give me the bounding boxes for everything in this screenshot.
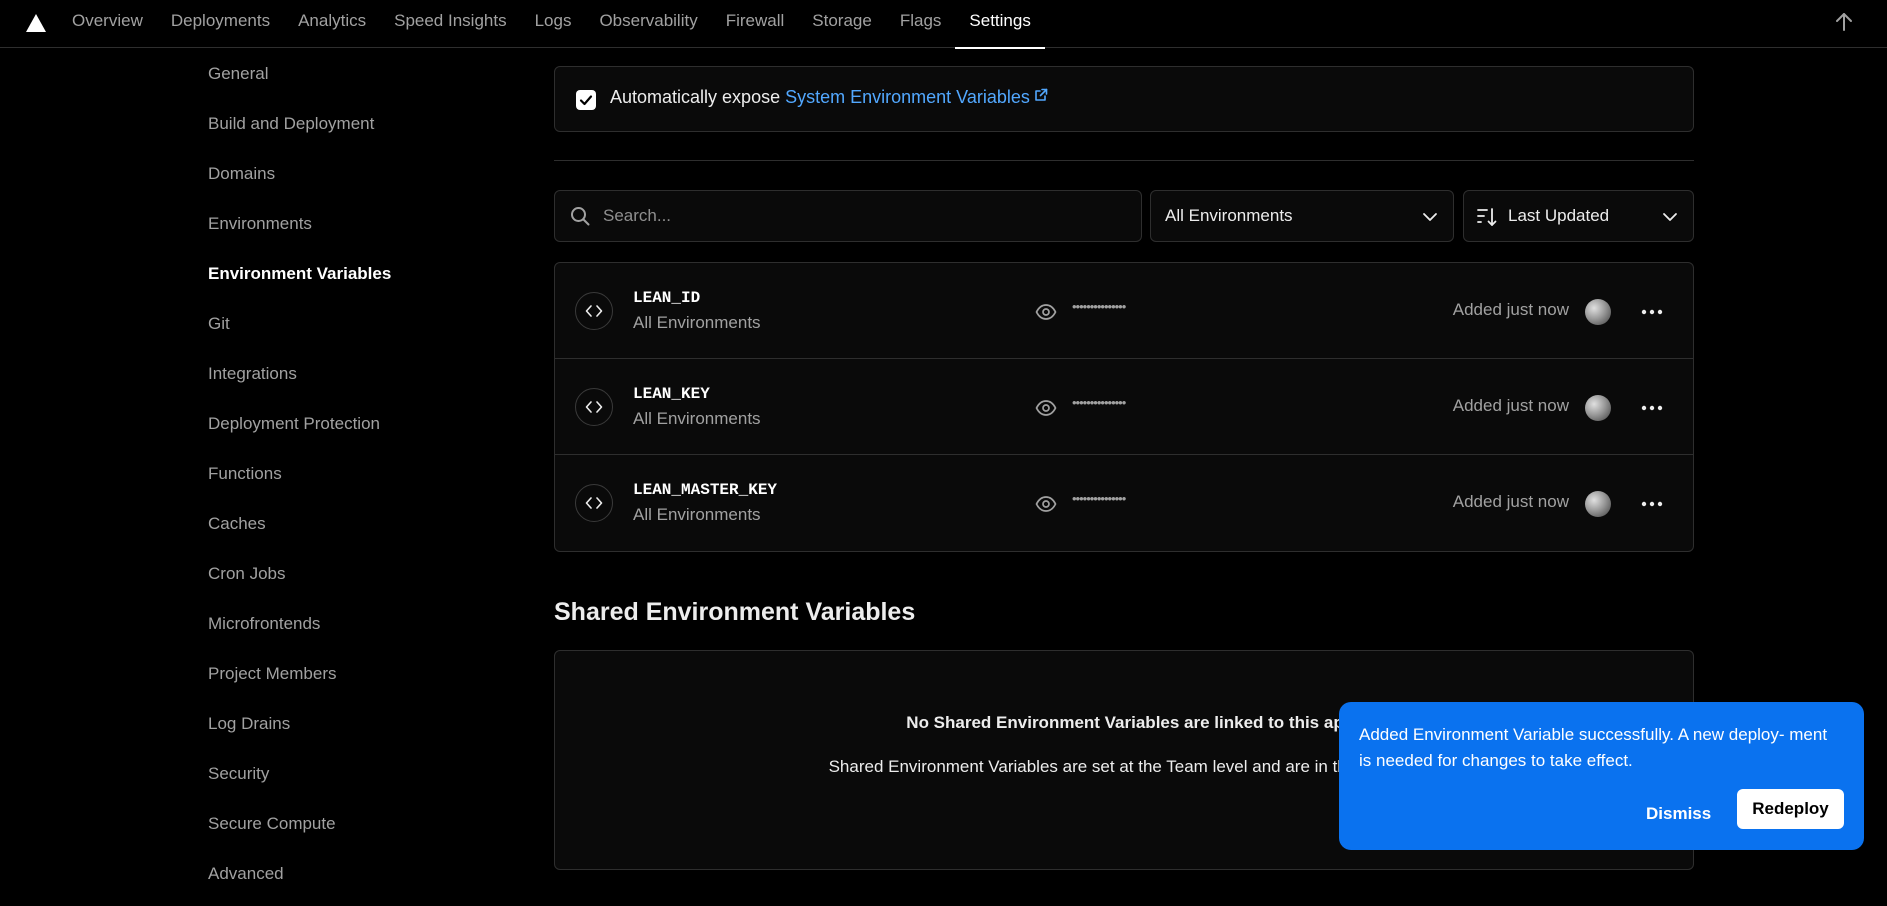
sidebar-item-cron-jobs[interactable]: Cron Jobs xyxy=(208,556,468,606)
env-var-updated: Added just now xyxy=(1452,396,1569,415)
env-var-list: LEAN_ID All Environments •••••••••••••••… xyxy=(554,262,1694,552)
env-var-name: LEAN_ID xyxy=(633,289,701,307)
avatar xyxy=(1585,299,1611,325)
eye-icon[interactable] xyxy=(1035,301,1057,323)
sidebar-item-deployment-protection[interactable]: Deployment Protection xyxy=(208,406,468,456)
empty-state-description: Shared Environment Variables are set at … xyxy=(828,757,1422,776)
code-icon xyxy=(575,292,613,330)
sidebar-item-security[interactable]: Security xyxy=(208,756,468,806)
external-link-icon xyxy=(1035,88,1048,101)
sidebar-item-secure-compute[interactable]: Secure Compute xyxy=(208,806,468,856)
env-var-row[interactable]: LEAN_ID All Environments •••••••••••••••… xyxy=(555,263,1693,359)
env-var-name: LEAN_MASTER_KEY xyxy=(633,481,778,499)
tab-logs[interactable]: Logs xyxy=(521,0,586,48)
env-var-environments: All Environments xyxy=(633,505,761,524)
more-options-icon[interactable] xyxy=(1637,393,1667,423)
expose-label: Automatically expose System Environment … xyxy=(610,87,1048,108)
env-var-value: ••••••••••••••• xyxy=(1072,299,1126,314)
sidebar-item-git[interactable]: Git xyxy=(208,306,468,356)
env-var-value: ••••••••••••••• xyxy=(1072,491,1126,506)
chevron-down-icon xyxy=(1663,213,1677,221)
tab-firewall[interactable]: Firewall xyxy=(712,0,799,48)
sidebar-item-caches[interactable]: Caches xyxy=(208,506,468,556)
sidebar-item-environments[interactable]: Environments xyxy=(208,206,468,256)
tab-observability[interactable]: Observability xyxy=(585,0,711,48)
search-box[interactable] xyxy=(554,190,1142,242)
tab-storage[interactable]: Storage xyxy=(798,0,886,48)
arrow-up-icon[interactable] xyxy=(1831,9,1857,35)
search-input[interactable] xyxy=(603,199,1123,233)
system-env-vars-link[interactable]: System Environment Variables xyxy=(785,87,1048,107)
chevron-down-icon xyxy=(1423,213,1437,221)
code-icon xyxy=(575,484,613,522)
env-var-updated: Added just now xyxy=(1452,492,1569,511)
sidebar-item-integrations[interactable]: Integrations xyxy=(208,356,468,406)
env-var-row[interactable]: LEAN_MASTER_KEY All Environments •••••••… xyxy=(555,455,1693,551)
eye-icon[interactable] xyxy=(1035,493,1057,515)
avatar xyxy=(1585,395,1611,421)
eye-icon[interactable] xyxy=(1035,397,1057,419)
tab-analytics[interactable]: Analytics xyxy=(284,0,380,48)
shared-env-vars-heading: Shared Environment Variables xyxy=(554,598,916,626)
tab-speed-insights[interactable]: Speed Insights xyxy=(380,0,520,48)
settings-sidebar: General Build and Deployment Domains Env… xyxy=(208,56,468,906)
avatar xyxy=(1585,491,1611,517)
env-var-name: LEAN_KEY xyxy=(633,385,710,403)
nav-tabs: Overview Deployments Analytics Speed Ins… xyxy=(58,0,1046,49)
expose-prefix: Automatically expose xyxy=(610,87,781,107)
env-var-row[interactable]: LEAN_KEY All Environments ••••••••••••••… xyxy=(555,359,1693,455)
code-icon xyxy=(575,388,613,426)
tab-settings[interactable]: Settings xyxy=(955,0,1046,49)
sidebar-item-environment-variables[interactable]: Environment Variables xyxy=(208,256,468,306)
sort-icon xyxy=(1477,208,1497,226)
tab-overview[interactable]: Overview xyxy=(58,0,157,48)
sidebar-item-build-and-deployment[interactable]: Build and Deployment xyxy=(208,106,468,156)
sidebar-item-general[interactable]: General xyxy=(208,56,468,106)
environment-select-value: All Environments xyxy=(1165,206,1293,225)
sidebar-item-functions[interactable]: Functions xyxy=(208,456,468,506)
triangle-logo-icon[interactable] xyxy=(25,13,47,33)
sidebar-item-microfrontends[interactable]: Microfrontends xyxy=(208,606,468,656)
top-nav: Overview Deployments Analytics Speed Ins… xyxy=(0,0,1887,49)
sort-select-value: Last Updated xyxy=(1508,206,1610,225)
redeploy-button[interactable]: Redeploy xyxy=(1737,789,1844,829)
search-icon xyxy=(571,207,590,226)
sidebar-item-advanced[interactable]: Advanced xyxy=(208,856,468,906)
system-env-vars-link-label[interactable]: System Environment Variables xyxy=(785,87,1030,107)
env-var-updated: Added just now xyxy=(1452,300,1569,319)
tab-deployments[interactable]: Deployments xyxy=(157,0,284,48)
dismiss-button[interactable]: Dismiss xyxy=(1646,796,1711,832)
more-options-icon[interactable] xyxy=(1637,297,1667,327)
expose-checkbox[interactable] xyxy=(576,90,596,110)
sidebar-item-domains[interactable]: Domains xyxy=(208,156,468,206)
sort-select[interactable]: Last Updated xyxy=(1463,190,1694,242)
sidebar-item-project-members[interactable]: Project Members xyxy=(208,656,468,706)
section-divider xyxy=(554,160,1694,161)
tab-flags[interactable]: Flags xyxy=(886,0,956,48)
expose-system-vars-card: Automatically expose System Environment … xyxy=(554,66,1694,132)
success-toast: Added Environment Variable successfully.… xyxy=(1339,702,1864,850)
more-options-icon[interactable] xyxy=(1637,489,1667,519)
environment-select[interactable]: All Environments xyxy=(1150,190,1454,242)
env-var-environments: All Environments xyxy=(633,409,761,428)
env-var-value: ••••••••••••••• xyxy=(1072,395,1126,410)
sidebar-item-log-drains[interactable]: Log Drains xyxy=(208,706,468,756)
toast-message: Added Environment Variable successfully.… xyxy=(1359,725,1828,770)
env-var-environments: All Environments xyxy=(633,313,761,332)
